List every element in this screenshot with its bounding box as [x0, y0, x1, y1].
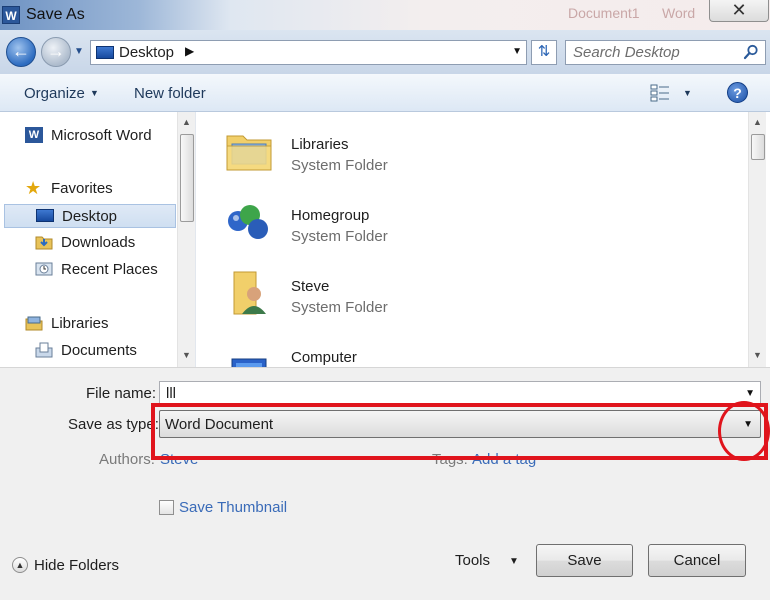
nav-item-documents[interactable]: Documents — [4, 339, 176, 363]
breadcrumb-chevron-icon[interactable]: ▶ — [185, 44, 194, 58]
recent-locations-dropdown[interactable]: ▼ — [74, 46, 84, 57]
search-input[interactable] — [573, 44, 738, 61]
annotation-highlight-circle — [718, 401, 770, 461]
desktop-icon — [36, 209, 54, 222]
tools-menu[interactable]: Tools — [455, 552, 490, 569]
word-icon: W — [2, 6, 20, 24]
new-folder-button[interactable]: New folder — [134, 85, 206, 102]
file-item-libraries[interactable]: Libraries System Folder — [220, 116, 720, 182]
navigation-scrollbar[interactable]: ▲ ▼ — [177, 112, 195, 367]
background-document-title: Document1 — [568, 5, 640, 21]
desktop-icon — [96, 46, 114, 59]
change-view-icon[interactable] — [650, 84, 670, 102]
search-icon[interactable] — [743, 44, 759, 60]
search-box[interactable] — [565, 40, 766, 65]
file-name: Homegroup — [291, 207, 370, 224]
save-button[interactable]: Save — [536, 544, 633, 577]
scroll-down-icon[interactable]: ▼ — [182, 350, 191, 360]
file-type: System Folder — [291, 299, 388, 316]
nav-label: Desktop — [62, 208, 118, 225]
hide-folders-label: Hide Folders — [34, 557, 120, 574]
libraries-icon — [25, 316, 43, 331]
help-icon[interactable]: ? — [727, 82, 748, 103]
back-button[interactable]: ← — [6, 37, 36, 67]
documents-icon — [35, 342, 53, 358]
homegroup-icon — [228, 205, 268, 239]
address-dropdown-icon[interactable]: ▼ — [512, 46, 522, 57]
file-name-label: File name: — [86, 385, 157, 402]
file-name: Computer — [291, 349, 357, 366]
file-item-homegroup[interactable]: Homegroup System Folder — [220, 187, 720, 253]
background-app-title: Word — [662, 5, 696, 21]
organize-dropdown-icon[interactable]: ▼ — [90, 88, 99, 98]
refresh-button[interactable]: ⇅ — [531, 40, 557, 65]
nav-label: Libraries — [51, 315, 109, 332]
scroll-up-icon[interactable]: ▲ — [182, 117, 191, 127]
nav-item-recent-places[interactable]: Recent Places — [4, 258, 176, 282]
nav-item-libraries[interactable]: Libraries — [0, 312, 142, 336]
address-bar[interactable]: Desktop ▶ ▼ — [90, 40, 527, 65]
recent-places-icon — [35, 262, 53, 276]
scroll-down-icon[interactable]: ▼ — [753, 350, 762, 360]
computer-icon — [231, 358, 267, 367]
view-options-dropdown-icon[interactable]: ▼ — [683, 88, 692, 98]
file-list: Libraries System Folder Homegroup System… — [200, 112, 748, 367]
authors-label: Authors: — [99, 451, 155, 468]
close-button[interactable]: ✕ — [709, 0, 769, 22]
word-icon: W — [25, 127, 43, 143]
save-thumbnail-checkbox[interactable] — [159, 500, 174, 515]
address-location: Desktop — [119, 44, 175, 61]
nav-item-downloads[interactable]: Downloads — [4, 231, 176, 255]
tools-dropdown-icon[interactable]: ▼ — [509, 556, 519, 567]
user-folder-icon — [233, 271, 266, 315]
file-item-steve[interactable]: Steve System Folder — [220, 258, 720, 324]
file-name: Steve — [291, 278, 330, 295]
back-arrow-icon: ← — [12, 41, 30, 61]
downloads-icon — [35, 236, 53, 250]
nav-label: Recent Places — [61, 261, 158, 278]
scrollbar-thumb[interactable] — [180, 134, 194, 222]
window-title: Save As — [26, 6, 85, 23]
nav-label: Documents — [61, 342, 137, 359]
navigation-pane: W Microsoft Word ★ Favorites Desktop Dow… — [0, 112, 196, 367]
forward-arrow-icon: → — [47, 41, 65, 61]
collapse-icon: ▲ — [12, 557, 28, 573]
save-thumbnail-label[interactable]: Save Thumbnail — [179, 499, 287, 516]
refresh-icon: ⇅ — [537, 43, 551, 60]
cancel-button[interactable]: Cancel — [648, 544, 746, 577]
file-name-input[interactable] — [166, 385, 726, 402]
nav-label: Favorites — [51, 180, 113, 197]
nav-label: Downloads — [61, 234, 136, 251]
forward-button[interactable]: → — [41, 37, 71, 67]
file-item-computer[interactable]: Computer — [220, 329, 720, 367]
nav-item-microsoft-word[interactable]: W Microsoft Word — [0, 124, 152, 148]
close-icon: ✕ — [731, 0, 747, 20]
libraries-folder-icon — [226, 135, 272, 171]
nav-item-desktop[interactable]: Desktop — [4, 204, 176, 228]
file-type: System Folder — [291, 157, 388, 174]
annotation-highlight-rectangle — [151, 403, 768, 460]
file-list-scrollbar[interactable]: ▲ ▼ — [748, 112, 766, 367]
save-as-type-label: Save as type: — [68, 416, 159, 433]
nav-label: Microsoft Word — [51, 127, 152, 144]
scrollbar-thumb[interactable] — [751, 134, 765, 160]
file-type: System Folder — [291, 228, 388, 245]
scroll-up-icon[interactable]: ▲ — [753, 117, 762, 127]
star-icon: ★ — [25, 178, 42, 198]
file-name-dropdown-icon[interactable]: ▼ — [745, 388, 755, 399]
title-bar: W Save As Document1 Word ✕ — [0, 0, 770, 30]
file-name: Libraries — [291, 136, 349, 153]
nav-item-favorites[interactable]: ★ Favorites — [0, 177, 142, 201]
organize-menu[interactable]: Organize — [24, 85, 85, 102]
